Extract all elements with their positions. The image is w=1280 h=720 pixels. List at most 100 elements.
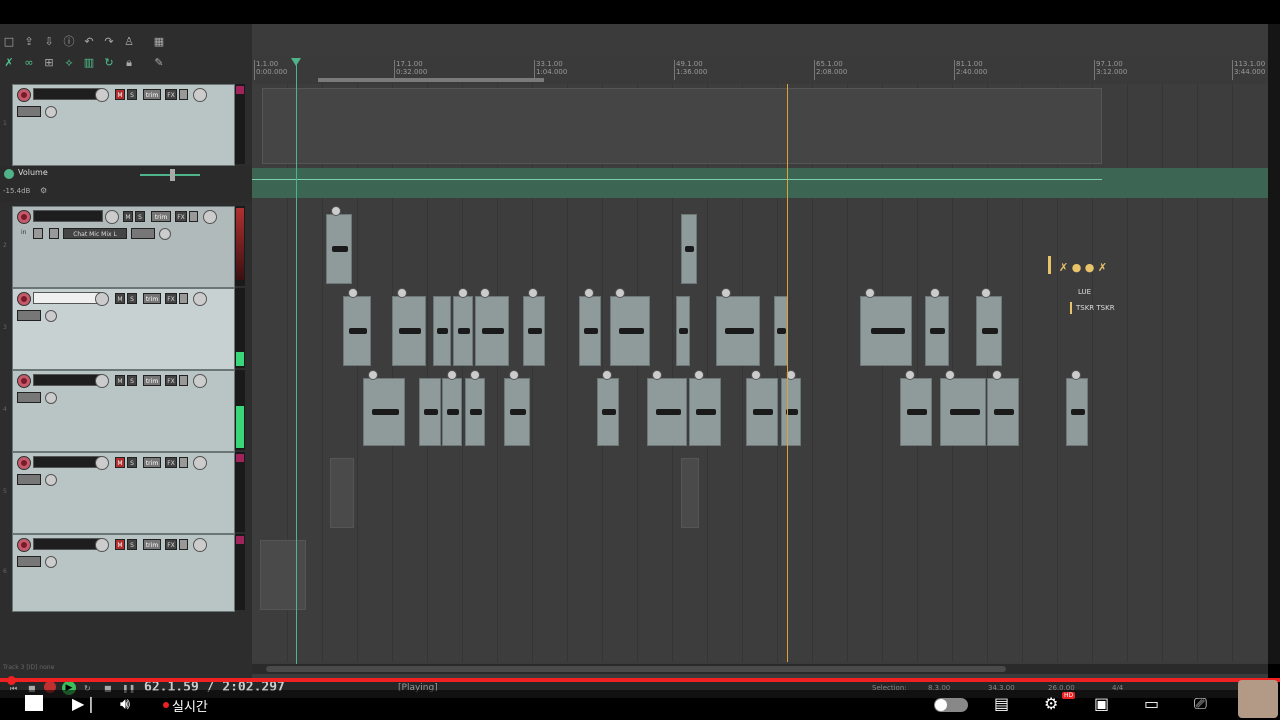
media-item[interactable] (900, 370, 932, 446)
record-arm-button[interactable] (17, 538, 31, 552)
fx-bypass-button[interactable] (179, 89, 188, 100)
media-item[interactable] (262, 88, 1102, 164)
open-project-icon[interactable]: ⇪ (22, 36, 36, 48)
solo-button[interactable]: S (127, 293, 137, 304)
project-settings-icon[interactable]: ⓘ (62, 36, 76, 48)
input-monitor-button[interactable] (33, 228, 43, 239)
media-item[interactable] (419, 378, 441, 446)
phase-button[interactable] (45, 106, 57, 118)
media-item[interactable] (689, 370, 721, 446)
link-icon[interactable]: ∞ (22, 57, 36, 69)
envelope-settings-icon[interactable]: ⚙ (40, 186, 47, 195)
fx-bypass-button[interactable] (179, 539, 188, 550)
envelope-points-icon[interactable]: ▥ (82, 57, 96, 69)
redo-icon[interactable]: ↷ (102, 36, 116, 48)
stop-button-icon[interactable] (25, 695, 43, 711)
phase-button[interactable] (45, 474, 57, 486)
media-item[interactable] (504, 370, 530, 446)
mute-button[interactable]: M (115, 89, 125, 100)
media-item[interactable] (597, 370, 619, 446)
media-item[interactable] (260, 540, 306, 610)
media-item[interactable] (940, 370, 986, 446)
fx-bypass-button[interactable] (189, 211, 198, 222)
save-project-icon[interactable]: ⇩ (42, 36, 56, 48)
fx-button[interactable]: FX (165, 457, 177, 468)
solo-button[interactable]: S (127, 539, 137, 550)
miniplayer-icon[interactable]: ▣ (1094, 694, 1109, 714)
volume-knob[interactable] (95, 456, 109, 470)
media-item[interactable] (746, 370, 778, 446)
pan-knob[interactable] (193, 292, 207, 306)
live-label[interactable]: 실시간 (172, 696, 208, 715)
edit-cursor[interactable] (296, 60, 297, 664)
mute-button[interactable]: M (115, 375, 125, 386)
media-item[interactable] (781, 370, 801, 446)
pan-knob[interactable] (203, 210, 217, 224)
ripple-edit-icon[interactable]: ✗ (2, 57, 16, 69)
envelope-fader-handle[interactable] (170, 169, 175, 181)
track-1-panel[interactable]: M S trim FX (12, 84, 235, 166)
pan-knob[interactable] (193, 538, 207, 552)
media-item[interactable] (579, 288, 601, 366)
track-5-panel[interactable]: M S trim FX (12, 452, 235, 534)
autoplay-toggle[interactable] (934, 698, 968, 712)
mute-button[interactable]: M (115, 457, 125, 468)
input-select[interactable]: Chat Mic Mix L (63, 228, 127, 239)
fx-bypass-button[interactable] (179, 375, 188, 386)
solo-button[interactable]: S (135, 211, 145, 222)
mute-button[interactable]: M (115, 539, 125, 550)
track-name-field[interactable] (33, 538, 103, 550)
loop-icon[interactable]: ↻ (102, 57, 116, 69)
media-item[interactable] (475, 288, 509, 366)
scrollbar-thumb[interactable] (266, 666, 1006, 672)
media-item[interactable] (987, 370, 1019, 446)
media-item[interactable] (925, 288, 949, 366)
progress-scrubber[interactable] (7, 676, 16, 685)
lock-icon[interactable]: 🔒︎ (122, 57, 136, 69)
next-icon[interactable]: ▶❘ (72, 694, 98, 714)
fx-button[interactable]: FX (165, 539, 177, 550)
settings-gear-icon[interactable]: ⚙ (1044, 694, 1058, 714)
automation-mode-button[interactable]: trim (143, 89, 161, 100)
solo-button[interactable]: S (127, 375, 137, 386)
undo-icon[interactable]: ↶ (82, 36, 96, 48)
media-item[interactable] (976, 288, 1002, 366)
horizontal-scrollbar[interactable] (252, 664, 1268, 674)
media-item[interactable] (681, 458, 699, 528)
fx-bypass-button[interactable] (179, 457, 188, 468)
envelope-button[interactable] (131, 228, 155, 239)
envelope-button[interactable] (17, 310, 41, 321)
track-name-field[interactable] (33, 210, 103, 222)
mute-button[interactable]: M (123, 211, 133, 222)
fx-button[interactable]: FX (175, 211, 187, 222)
media-item[interactable] (774, 296, 788, 366)
phase-button[interactable] (45, 392, 57, 404)
envelope-button[interactable] (17, 474, 41, 485)
pan-knob[interactable] (193, 456, 207, 470)
solo-button[interactable]: S (127, 457, 137, 468)
media-item[interactable] (433, 296, 451, 366)
auto-crossfade-icon[interactable]: ⟡ (62, 57, 76, 69)
pan-knob[interactable] (193, 88, 207, 102)
automation-mode-button[interactable]: trim (143, 539, 161, 550)
phase-button[interactable] (45, 556, 57, 568)
automation-mode-button[interactable]: trim (143, 375, 161, 386)
track-name-field[interactable] (33, 374, 103, 386)
record-arm-button[interactable] (17, 210, 31, 224)
media-item[interactable] (681, 214, 697, 284)
pan-knob[interactable] (193, 374, 207, 388)
snap-grid-icon[interactable]: ⊞ (42, 57, 56, 69)
phase-button[interactable] (159, 228, 171, 240)
fx-button[interactable]: FX (165, 293, 177, 304)
envelope-active-icon[interactable] (4, 169, 14, 179)
record-arm-button[interactable] (17, 456, 31, 470)
automation-mode-button[interactable]: trim (143, 457, 161, 468)
volume-icon[interactable]: 🔊︎ (120, 694, 130, 714)
media-item[interactable] (716, 288, 760, 366)
media-item[interactable] (1066, 370, 1088, 446)
volume-knob[interactable] (105, 210, 119, 224)
media-item[interactable] (647, 370, 687, 446)
fx-button[interactable]: FX (165, 89, 177, 100)
track-6-panel[interactable]: M S trim FX (12, 534, 235, 612)
media-item[interactable] (453, 288, 473, 366)
